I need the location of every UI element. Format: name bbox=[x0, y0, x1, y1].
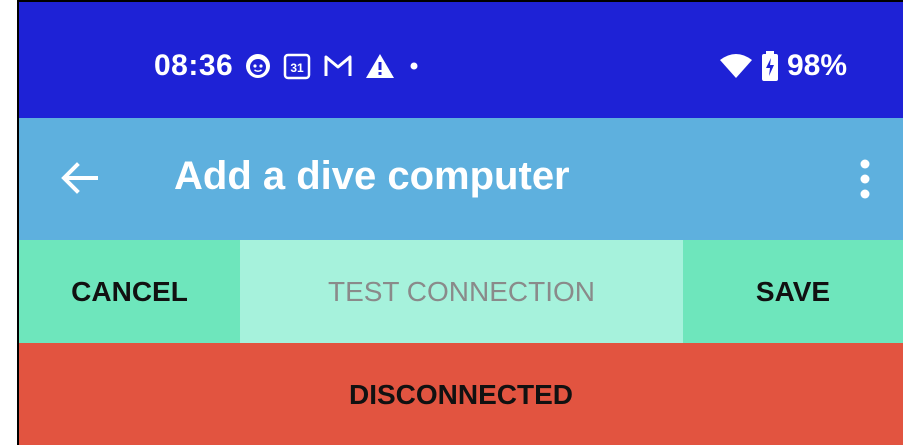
arrow-left-icon[interactable] bbox=[59, 158, 99, 198]
test-connection-button[interactable]: TEST CONNECTION bbox=[240, 240, 683, 343]
clock: 08:36 bbox=[154, 49, 234, 82]
calendar-day: 31 bbox=[291, 61, 305, 75]
connection-status-banner: DISCONNECTED bbox=[19, 343, 903, 445]
battery-level: 98% bbox=[786, 49, 847, 82]
dot-icon bbox=[407, 59, 421, 73]
status-left-group: 08:36 31 bbox=[154, 46, 421, 86]
battery-charging-icon bbox=[761, 51, 779, 81]
gmail-icon bbox=[323, 53, 353, 79]
warning-icon bbox=[365, 53, 395, 79]
connection-status-text: DISCONNECTED bbox=[348, 379, 573, 410]
cancel-button[interactable]: CANCEL bbox=[19, 240, 240, 343]
more-vert-icon[interactable] bbox=[855, 158, 875, 200]
app-window: 08:36 31 98% Add a dive computer CANCEL … bbox=[17, 0, 903, 445]
app-bar: Add a dive computer bbox=[19, 118, 903, 240]
wifi-icon bbox=[719, 53, 753, 79]
system-status-bar: 08:36 31 98% bbox=[19, 2, 903, 118]
status-right-group: 98% bbox=[719, 46, 847, 86]
save-button[interactable]: SAVE bbox=[683, 240, 903, 343]
calendar-icon: 31 bbox=[283, 52, 311, 80]
face-icon bbox=[245, 53, 271, 79]
action-button-row: CANCEL TEST CONNECTION SAVE bbox=[19, 240, 903, 343]
page-title: Add a dive computer bbox=[174, 154, 570, 198]
